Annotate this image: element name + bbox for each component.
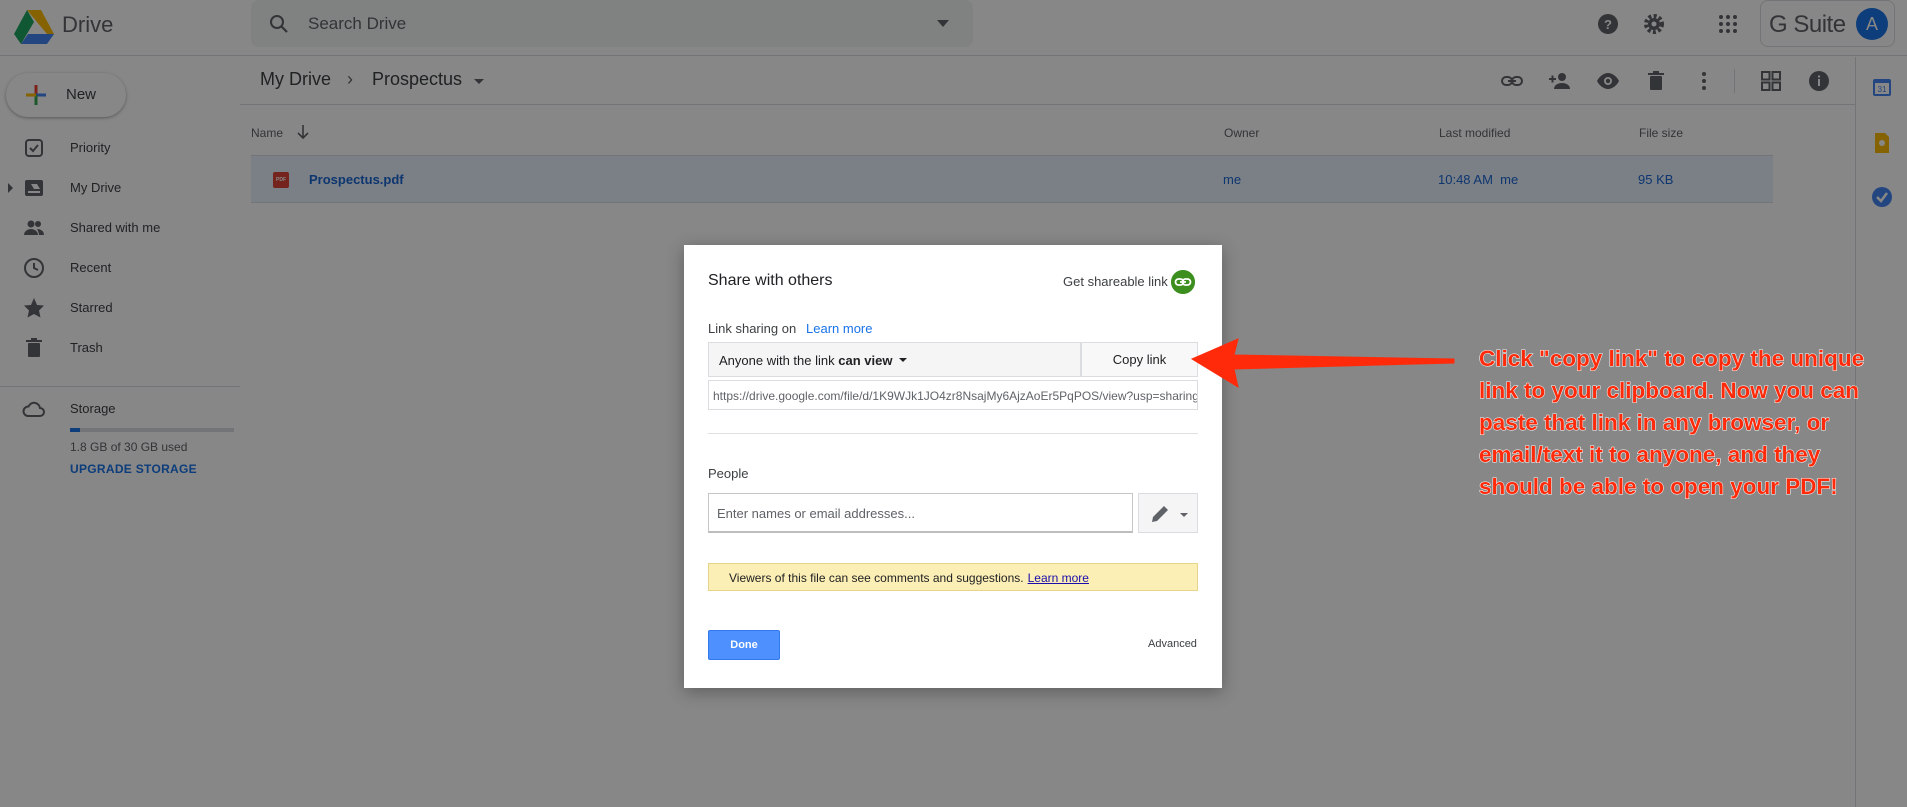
annotation-line: email/text it to anyone, and they [1479,442,1821,468]
permission-dropdown-arrow-icon[interactable] [899,358,907,362]
people-email-input[interactable]: Enter names or email addresses... [708,493,1133,533]
dialog-title: Share with others [708,272,833,289]
drive-app: Drive Search Drive ? G Suite A New Prior… [0,0,1907,807]
link-sharing-status: Link sharing on [708,321,797,336]
pencil-dropdown-arrow-icon [1180,513,1188,517]
link-permission-dropdown[interactable]: Anyone with the link can view [708,342,1081,377]
notice-learn-more-link[interactable]: Learn more [1028,571,1089,585]
done-button[interactable]: Done [708,630,780,660]
advanced-link[interactable]: Advanced [1148,638,1197,650]
edit-permission-button[interactable] [1138,493,1198,533]
share-dialog: Share with others Get shareable link Lin… [684,245,1222,688]
annotation-line: should be able to open your PDF! [1479,474,1839,500]
annotation-arrow-icon [1190,338,1455,389]
get-shareable-link[interactable]: Get shareable link [1063,274,1168,289]
shareable-link-icon[interactable] [1171,270,1195,294]
annotation-line: paste that link in any browser, or [1479,410,1830,436]
permission-level: can view [838,353,893,368]
copy-link-button[interactable]: Copy link [1081,342,1198,377]
share-url-field[interactable]: https://drive.google.com/file/d/1K9WJk1J… [708,380,1198,410]
comments-notice: Viewers of this file can see comments an… [708,563,1198,591]
permission-text: Anyone with the link can view [719,353,892,368]
annotation-line: link to your clipboard. Now you can [1479,378,1860,404]
people-label: People [708,466,749,481]
annotation-line: Click "copy link" to copy the unique [1479,346,1865,372]
pencil-icon [1152,506,1168,522]
learn-more-link[interactable]: Learn more [806,321,872,336]
permission-prefix: Anyone with the link [719,353,839,368]
annotation-callout: Click "copy link" to copy the unique lin… [1479,343,1899,503]
notice-text: Viewers of this file can see comments an… [729,571,1024,585]
dialog-divider [708,433,1198,434]
